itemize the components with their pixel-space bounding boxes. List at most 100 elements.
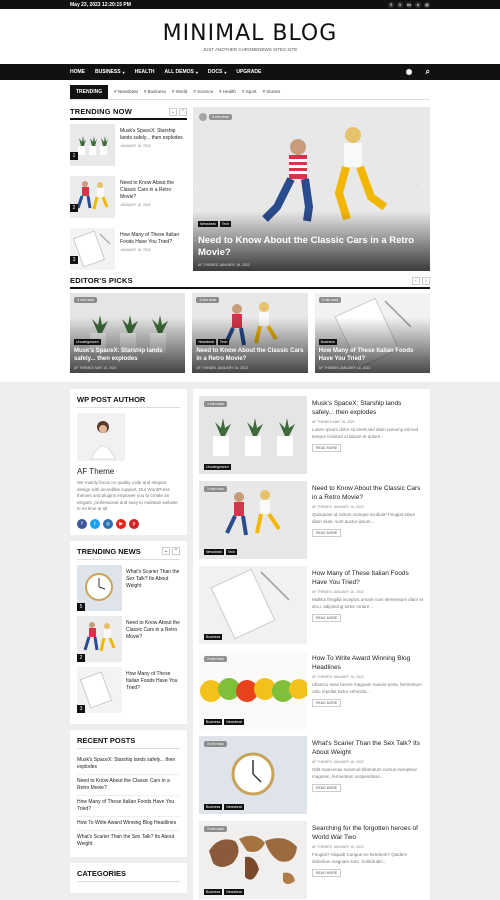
nav-upgrade[interactable]: UPGRADE bbox=[236, 69, 261, 75]
category-badge[interactable]: Newsbeat bbox=[224, 719, 244, 725]
clock-thumbnail[interactable]: 5 bbox=[77, 564, 122, 611]
hero-title[interactable]: Need to Know About the Classic Cars in a… bbox=[198, 235, 420, 259]
trending-item[interactable]: 1 Musk's SpaceX: Starship lands safely..… bbox=[70, 124, 187, 174]
read-more-button[interactable]: READ MORE bbox=[312, 869, 342, 877]
category-badge[interactable]: Business bbox=[204, 719, 223, 725]
recent-post-link[interactable]: How Many of These Italian Foods Have You… bbox=[77, 796, 180, 817]
post-image[interactable]: 3 min read Uncategorized bbox=[199, 396, 307, 474]
chevron-right-icon[interactable]: › bbox=[422, 183, 424, 189]
recent-post-link[interactable]: Musk's SpaceX: Starship lands safely... … bbox=[77, 754, 180, 775]
author-name[interactable]: AF Theme bbox=[77, 467, 180, 476]
chevron-up-icon[interactable]: ⌃ bbox=[179, 107, 187, 116]
trending-news-item[interactable]: 2 Need to Know About the Classic Cars in… bbox=[77, 615, 180, 662]
site-title[interactable]: MINIMAL BLOG bbox=[0, 21, 500, 46]
notebook-thumbnail[interactable]: 3 bbox=[70, 228, 115, 270]
read-more-button[interactable]: READ MORE bbox=[312, 614, 342, 622]
post-title[interactable]: Musk's SpaceX: Starship lands safely... … bbox=[312, 400, 424, 417]
card-title[interactable]: Musk's SpaceX: Starship lands safely... … bbox=[74, 347, 181, 363]
nav-business[interactable]: BUSINESS ▾ bbox=[95, 69, 125, 75]
author-avatar[interactable] bbox=[77, 413, 125, 461]
tag-link[interactable]: # Business bbox=[144, 89, 166, 94]
chevron-left-icon[interactable]: ‹ bbox=[412, 276, 420, 285]
plants-thumbnail[interactable]: 1 bbox=[70, 124, 115, 166]
category-badge[interactable]: Newsbeat bbox=[204, 549, 224, 555]
nav-all-demos[interactable]: ALL DEMOS ▾ bbox=[164, 69, 197, 75]
category-badge[interactable]: Tech bbox=[225, 549, 237, 555]
post-image[interactable]: 3 min read Newsbeat Tech bbox=[199, 481, 307, 559]
dancers-thumbnail[interactable]: 2 bbox=[70, 176, 115, 218]
post-title[interactable]: How Many of These Italian Foods Have You… bbox=[312, 570, 424, 587]
post-image[interactable]: 3 min read Business Newsbeat bbox=[199, 736, 307, 814]
tag-link[interactable]: # Stories bbox=[262, 89, 280, 94]
twitter-icon[interactable]: t bbox=[397, 1, 403, 8]
nav-health[interactable]: HEALTH bbox=[135, 69, 155, 75]
email-icon[interactable]: @ bbox=[424, 1, 430, 8]
recent-post-link[interactable]: Need to Know About the Classic Cars in a… bbox=[77, 775, 180, 796]
trending-item[interactable]: 2 Need to Know About the Classic Cars in… bbox=[70, 176, 187, 226]
instagram-icon[interactable]: ◎ bbox=[103, 518, 113, 529]
twitter-icon[interactable]: t bbox=[90, 518, 100, 529]
trending-title[interactable]: How Many of These Italian Foods Have You… bbox=[120, 228, 187, 246]
post-title[interactable]: Need to Know About the Classic Cars in a… bbox=[312, 485, 424, 502]
facebook-icon[interactable]: f bbox=[388, 1, 394, 8]
tag-link[interactable]: # Health bbox=[219, 89, 236, 94]
category-badge[interactable]: Business bbox=[204, 634, 223, 640]
trending-news-item[interactable]: 5 What's Scarier Than the Sex Talk? Its … bbox=[77, 564, 180, 611]
read-more-button[interactable]: READ MORE bbox=[312, 529, 342, 537]
vimeo-icon[interactable]: v bbox=[415, 1, 421, 8]
notebook-thumbnail[interactable]: 3 bbox=[77, 666, 122, 713]
trending-item[interactable]: 3 How Many of These Italian Foods Have Y… bbox=[70, 228, 187, 278]
trending-title[interactable]: Need to Know About the Classic Cars in a… bbox=[120, 176, 187, 201]
read-more-button[interactable]: READ MORE bbox=[312, 784, 342, 792]
category-badge[interactable]: Newsbeat bbox=[198, 221, 218, 227]
chevron-up-icon[interactable]: ⌃ bbox=[172, 547, 180, 555]
nav-docs[interactable]: DOCS ▾ bbox=[208, 69, 226, 75]
chevron-right-icon[interactable]: › bbox=[422, 276, 430, 285]
category-badge[interactable]: Newsbeat bbox=[224, 889, 244, 895]
post-image[interactable]: 3 min read Business Newsbeat bbox=[199, 821, 307, 899]
editor-card[interactable]: 3 min read Business How Many of These It… bbox=[314, 293, 430, 373]
linkedin-icon[interactable]: in bbox=[406, 1, 412, 8]
trending-news-title[interactable]: How Many of These Italian Foods Have You… bbox=[126, 667, 180, 713]
post-title[interactable]: What's Scarier Than the Sex Talk? Its Ab… bbox=[312, 740, 424, 757]
trending-news-item[interactable]: 3 How Many of These Italian Foods Have Y… bbox=[77, 666, 180, 713]
card-title[interactable]: Need to Know About the Classic Cars in a… bbox=[196, 347, 303, 363]
trending-title[interactable]: Musk's SpaceX: Starship lands safely... … bbox=[120, 124, 187, 142]
pinterest-icon[interactable]: p bbox=[129, 518, 139, 529]
tag-link[interactable]: # Science bbox=[193, 89, 213, 94]
category-badge[interactable]: Business bbox=[318, 339, 337, 345]
post-image[interactable]: Business bbox=[199, 566, 307, 644]
post-title[interactable]: Searching for the forgotten heroes of Wo… bbox=[312, 825, 424, 842]
chevron-down-icon[interactable]: ⌄ bbox=[162, 547, 170, 555]
nav-home[interactable]: HOME bbox=[70, 69, 85, 75]
hero-slider[interactable]: 3 min read ‹ › Newsbeat Tech Need to Kno… bbox=[193, 107, 430, 271]
trending-news-title[interactable]: What's Scarier Than the Sex Talk? Its Ab… bbox=[126, 565, 180, 611]
category-badge[interactable]: Newsbeat bbox=[224, 804, 244, 810]
editor-card[interactable]: 3 min read Newsbeat Tech Need to Know Abo… bbox=[192, 293, 308, 373]
facebook-icon[interactable]: f bbox=[77, 518, 87, 529]
dancers-thumbnail[interactable]: 2 bbox=[77, 615, 122, 662]
recent-post-link[interactable]: How To Write Award Winning Blog Headline… bbox=[77, 817, 180, 831]
category-badge[interactable]: Business bbox=[204, 804, 223, 810]
post-image[interactable]: 3 min read Business Newsbeat bbox=[199, 651, 307, 729]
read-more-button[interactable]: READ MORE bbox=[312, 699, 342, 707]
category-badge[interactable]: Business bbox=[204, 889, 223, 895]
editor-card[interactable]: 3 min read Uncategorized Musk's SpaceX: … bbox=[70, 293, 186, 373]
category-badge[interactable]: Newsbeat bbox=[196, 339, 216, 345]
recent-post-link[interactable]: What's Scarier Than the Sex Talk? Its Ab… bbox=[77, 831, 180, 851]
dark-mode-toggle-icon[interactable] bbox=[405, 69, 412, 75]
category-badge[interactable]: Tech bbox=[217, 339, 230, 345]
tag-link[interactable]: # World bbox=[172, 89, 187, 94]
read-more-button[interactable]: READ MORE bbox=[312, 444, 342, 452]
trending-news-title[interactable]: Need to Know About the Classic Cars in a… bbox=[126, 616, 180, 662]
category-badge[interactable]: Uncategorized bbox=[74, 339, 101, 345]
category-badge[interactable]: Tech bbox=[219, 221, 231, 227]
search-icon[interactable]: ⌕ bbox=[426, 67, 430, 77]
tag-link[interactable]: # Newsbeat bbox=[114, 89, 138, 94]
chevron-down-icon[interactable]: ⌄ bbox=[169, 107, 177, 116]
youtube-icon[interactable]: ▶ bbox=[116, 518, 126, 529]
tag-link[interactable]: # Sport bbox=[242, 89, 257, 94]
chevron-left-icon[interactable]: ‹ bbox=[197, 183, 199, 189]
post-title[interactable]: How To Write Award Winning Blog Headline… bbox=[312, 655, 424, 672]
category-badge[interactable]: Uncategorized bbox=[204, 464, 231, 470]
